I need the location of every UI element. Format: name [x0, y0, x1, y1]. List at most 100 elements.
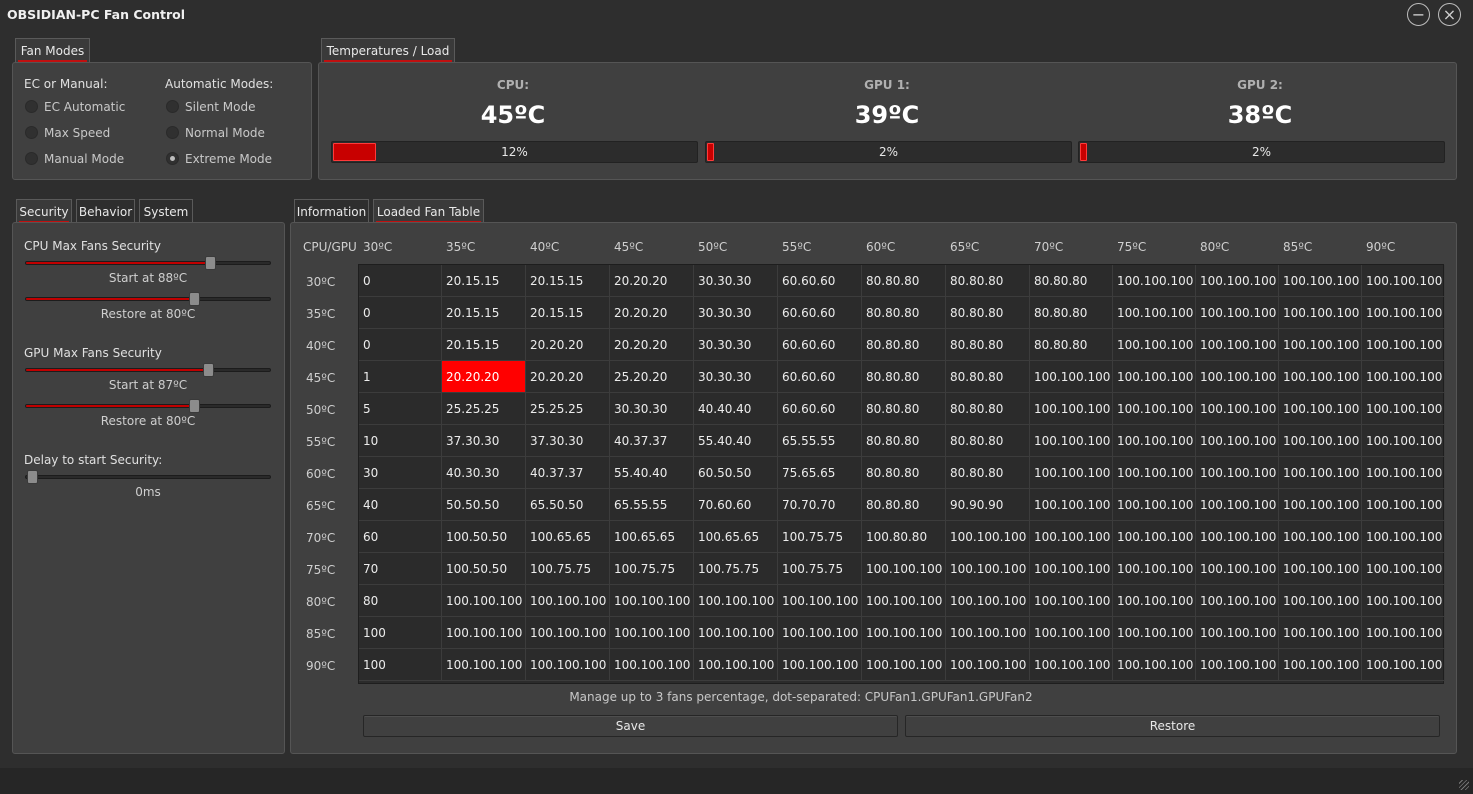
table-cell[interactable]: 60: [359, 521, 442, 553]
table-cell[interactable]: 100.100.100: [1279, 649, 1362, 681]
cpu-start-slider[interactable]: [25, 256, 271, 270]
table-cell[interactable]: 5: [359, 393, 442, 425]
table-cell[interactable]: 100.100.100: [1196, 457, 1279, 489]
table-cell[interactable]: 60.60.60: [778, 361, 862, 393]
table-cell[interactable]: 100.100.100: [778, 585, 862, 617]
radio-max-speed[interactable]: [25, 126, 38, 139]
table-cell[interactable]: 30.30.30: [694, 361, 778, 393]
table-cell[interactable]: 80.80.80: [1030, 265, 1113, 297]
table-cell[interactable]: 100.100.100: [862, 617, 946, 649]
table-cell[interactable]: 100.100.100: [862, 649, 946, 681]
close-icon[interactable]: ×: [1438, 3, 1461, 26]
table-cell[interactable]: 100.100.100: [778, 649, 862, 681]
table-cell[interactable]: 80.80.80: [862, 329, 946, 361]
resize-grip-icon[interactable]: [1459, 780, 1469, 790]
table-cell[interactable]: 100.100.100: [1279, 425, 1362, 457]
table-cell[interactable]: 20.15.15: [526, 265, 610, 297]
table-cell[interactable]: 100.100.100: [1196, 585, 1279, 617]
radio-manual-mode[interactable]: [25, 152, 38, 165]
table-cell[interactable]: 0: [359, 297, 442, 329]
table-cell[interactable]: 100.100.100: [946, 521, 1030, 553]
table-cell[interactable]: 100.75.75: [778, 553, 862, 585]
table-cell[interactable]: 80.80.80: [862, 489, 946, 521]
table-cell[interactable]: 60.60.60: [778, 297, 862, 329]
table-cell[interactable]: 80.80.80: [946, 329, 1030, 361]
table-cell[interactable]: 30.30.30: [610, 393, 694, 425]
cpu-restore-slider-handle[interactable]: [189, 292, 200, 306]
table-cell[interactable]: 100.100.100: [1362, 521, 1445, 553]
table-cell[interactable]: 100.100.100: [1196, 649, 1279, 681]
table-cell[interactable]: 100.65.65: [694, 521, 778, 553]
table-cell[interactable]: 100.100.100: [1279, 553, 1362, 585]
table-cell[interactable]: 65.50.50: [526, 489, 610, 521]
table-cell[interactable]: 60.60.60: [778, 329, 862, 361]
table-cell[interactable]: 80.80.80: [862, 265, 946, 297]
table-cell[interactable]: 37.30.30: [526, 425, 610, 457]
table-cell[interactable]: 100.100.100: [610, 617, 694, 649]
minimize-icon[interactable]: −: [1407, 3, 1430, 26]
table-cell[interactable]: 100.100.100: [1030, 521, 1113, 553]
table-cell[interactable]: 100.100.100: [778, 617, 862, 649]
table-cell[interactable]: 80.80.80: [862, 457, 946, 489]
table-cell[interactable]: 0: [359, 265, 442, 297]
table-cell[interactable]: 10: [359, 425, 442, 457]
table-cell[interactable]: 60.60.60: [778, 265, 862, 297]
table-cell[interactable]: 75.65.65: [778, 457, 862, 489]
table-cell[interactable]: 100.100.100: [694, 649, 778, 681]
table-cell[interactable]: 40.37.37: [526, 457, 610, 489]
cpu-start-slider-handle[interactable]: [205, 256, 216, 270]
table-cell[interactable]: 100: [359, 617, 442, 649]
table-cell[interactable]: 100.100.100: [946, 585, 1030, 617]
table-cell[interactable]: 100.100.100: [1279, 617, 1362, 649]
table-cell[interactable]: 80.80.80: [862, 297, 946, 329]
radio-extreme-mode[interactable]: [166, 152, 179, 165]
table-cell[interactable]: 100.100.100: [946, 649, 1030, 681]
table-cell[interactable]: 100.100.100: [1113, 265, 1196, 297]
table-cell[interactable]: 100.100.100: [1030, 489, 1113, 521]
table-cell[interactable]: 100.75.75: [526, 553, 610, 585]
table-cell[interactable]: 100.100.100: [1362, 361, 1445, 393]
table-cell[interactable]: 100.75.75: [610, 553, 694, 585]
tab-system[interactable]: System: [139, 199, 193, 223]
radio-ec-automatic[interactable]: [25, 100, 38, 113]
table-cell[interactable]: 30.30.30: [694, 329, 778, 361]
gpu-start-slider[interactable]: [25, 363, 271, 377]
table-cell[interactable]: 80.80.80: [862, 361, 946, 393]
table-cell[interactable]: 100: [359, 649, 442, 681]
table-cell[interactable]: 80.80.80: [946, 457, 1030, 489]
table-cell[interactable]: 100.100.100: [1196, 297, 1279, 329]
table-cell[interactable]: 100.100.100: [1030, 585, 1113, 617]
table-cell[interactable]: 90.90.90: [946, 489, 1030, 521]
table-cell[interactable]: 100.100.100: [1196, 329, 1279, 361]
table-cell[interactable]: 100.100.100: [1362, 265, 1445, 297]
table-cell[interactable]: 25.25.25: [526, 393, 610, 425]
table-cell[interactable]: 100.100.100: [1279, 393, 1362, 425]
table-cell[interactable]: 100.100.100: [694, 617, 778, 649]
restore-button[interactable]: Restore: [905, 715, 1440, 737]
table-cell[interactable]: 100.100.100: [1279, 521, 1362, 553]
table-cell[interactable]: 20.15.15: [442, 297, 526, 329]
table-cell[interactable]: 80.80.80: [1030, 329, 1113, 361]
table-cell[interactable]: 40.37.37: [610, 425, 694, 457]
table-cell[interactable]: 60.50.50: [694, 457, 778, 489]
table-cell[interactable]: 100.100.100: [526, 585, 610, 617]
table-cell[interactable]: 100.100.100: [1113, 617, 1196, 649]
table-cell[interactable]: 100.100.100: [1362, 329, 1445, 361]
table-cell[interactable]: 100.100.100: [1279, 585, 1362, 617]
table-cell[interactable]: 100.100.100: [1196, 489, 1279, 521]
table-cell[interactable]: 100.100.100: [1030, 425, 1113, 457]
table-cell[interactable]: 100.100.100: [1362, 585, 1445, 617]
table-cell[interactable]: 100.100.100: [442, 585, 526, 617]
table-cell[interactable]: 80.80.80: [862, 393, 946, 425]
table-cell[interactable]: 100.100.100: [1113, 393, 1196, 425]
table-cell[interactable]: 100.100.100: [526, 617, 610, 649]
gpu-restore-slider-handle[interactable]: [189, 399, 200, 413]
table-cell[interactable]: 80.80.80: [946, 393, 1030, 425]
table-cell[interactable]: 100.100.100: [1113, 425, 1196, 457]
table-cell[interactable]: 100.100.100: [1030, 361, 1113, 393]
table-cell[interactable]: 100.100.100: [1362, 297, 1445, 329]
table-cell[interactable]: 20.20.20: [526, 329, 610, 361]
table-cell[interactable]: 60.60.60: [778, 393, 862, 425]
table-cell[interactable]: 100.100.100: [1113, 489, 1196, 521]
table-cell[interactable]: 37.30.30: [442, 425, 526, 457]
